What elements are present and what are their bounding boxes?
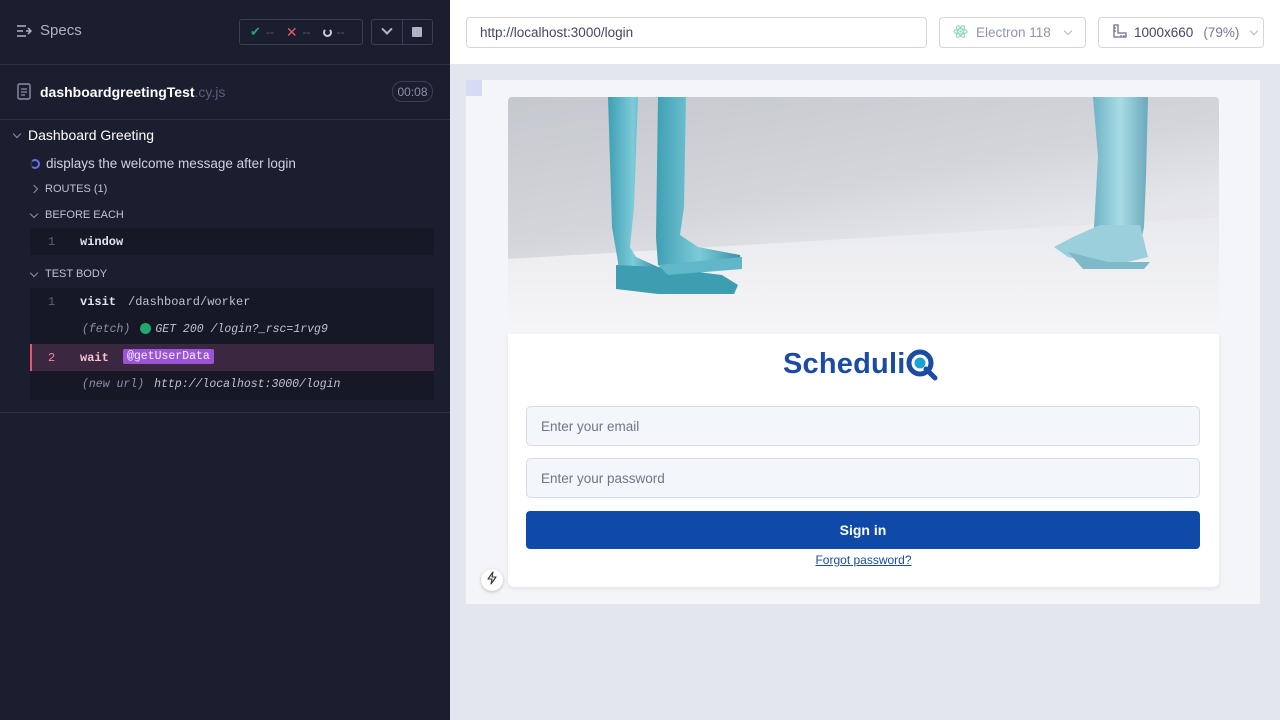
before-each-commands: 1 window xyxy=(30,228,434,255)
running-spinner-icon xyxy=(30,158,40,169)
command-row[interactable]: 1 window xyxy=(30,228,434,255)
browser-toolbar: http://localhost:3000/login Electron 118… xyxy=(450,0,1280,64)
specs-button[interactable]: Specs xyxy=(16,22,82,39)
viewport-selector[interactable]: 1000x660 (79%) xyxy=(1098,17,1264,48)
app-logo: Scheduli xyxy=(783,347,938,381)
logo-text: Scheduli xyxy=(783,347,906,380)
stop-icon xyxy=(412,27,423,37)
divider xyxy=(0,412,450,413)
chevron-right-icon xyxy=(29,184,39,194)
routes-toggle[interactable]: ROUTES (1) xyxy=(29,183,107,195)
list-arrow-icon xyxy=(16,24,32,38)
spec-file-name[interactable]: dashboardgreetingTest.cy.js xyxy=(40,84,225,100)
chevron-down-icon xyxy=(29,268,39,277)
collapse-button[interactable] xyxy=(372,20,403,44)
pending-stat: -- xyxy=(322,25,345,39)
email-field[interactable]: Enter your email xyxy=(526,406,1200,446)
x-icon: ✕ xyxy=(285,23,298,40)
login-card: Scheduli Enter your email Enter your pas… xyxy=(508,334,1219,587)
chevron-down-icon xyxy=(29,209,39,218)
app-iframe: Scheduli Enter your email Enter your pas… xyxy=(466,80,1260,604)
selector-playground-marker[interactable] xyxy=(466,80,482,96)
command-row-wait[interactable]: 2 wait @getUserData xyxy=(30,344,434,371)
command-row-new-url[interactable]: (new url) http://localhost:3000/login xyxy=(30,371,434,398)
test-title[interactable]: displays the welcome message after login xyxy=(30,156,296,171)
before-each-toggle[interactable]: BEFORE EACH xyxy=(29,209,124,221)
failed-stat: ✕ -- xyxy=(285,23,311,40)
chevron-down-icon xyxy=(1250,26,1259,36)
command-log-panel: Specs ✔ -- ✕ -- -- dashboardgreetingTest.c… xyxy=(0,0,450,720)
hero-image xyxy=(508,97,1219,334)
browser-selector[interactable]: Electron 118 xyxy=(939,17,1086,48)
chevron-down-icon xyxy=(381,23,393,35)
nextjs-dev-indicator[interactable] xyxy=(481,569,503,591)
status-dot-icon xyxy=(140,323,152,334)
run-controls xyxy=(371,19,433,45)
check-icon: ✔ xyxy=(250,24,261,39)
reporter-header: Specs ✔ -- ✕ -- -- xyxy=(0,0,450,65)
command-row-fetch[interactable]: (fetch) GET 200 /login?_rsc=1rvg9 xyxy=(30,316,434,343)
chevron-down-icon xyxy=(1063,26,1073,36)
app-preview-panel: http://localhost:3000/login Electron 118… xyxy=(450,0,1280,720)
forgot-password-link[interactable]: Forgot password? xyxy=(508,553,1219,567)
ruler-icon xyxy=(1112,23,1128,42)
robot-legs-illustration xyxy=(608,97,1150,294)
test-body-commands: 1 visit /dashboard/worker (fetch) GET 200… xyxy=(30,288,434,400)
url-bar[interactable]: http://localhost:3000/login xyxy=(466,17,927,48)
stop-button[interactable] xyxy=(403,20,433,44)
document-icon xyxy=(17,83,31,105)
chevron-down-icon xyxy=(12,129,22,138)
test-body-toggle[interactable]: TEST BODY xyxy=(29,268,107,280)
suite-title[interactable]: Dashboard Greeting xyxy=(12,127,154,143)
pending-spinner-icon xyxy=(322,27,332,37)
spec-duration: 00:08 xyxy=(392,81,433,102)
test-stats: ✔ -- ✕ -- -- xyxy=(239,19,363,45)
logo-q-mark xyxy=(906,349,938,381)
specs-label: Specs xyxy=(40,22,82,39)
command-row-visit[interactable]: 1 visit /dashboard/worker xyxy=(30,288,434,315)
passed-stat: ✔ -- xyxy=(250,24,274,39)
sign-in-button[interactable]: Sign in xyxy=(526,511,1200,549)
alias-badge: @getUserData xyxy=(123,349,214,364)
password-field[interactable]: Enter your password xyxy=(526,458,1200,498)
lightning-icon xyxy=(486,570,498,590)
electron-icon xyxy=(953,24,968,42)
